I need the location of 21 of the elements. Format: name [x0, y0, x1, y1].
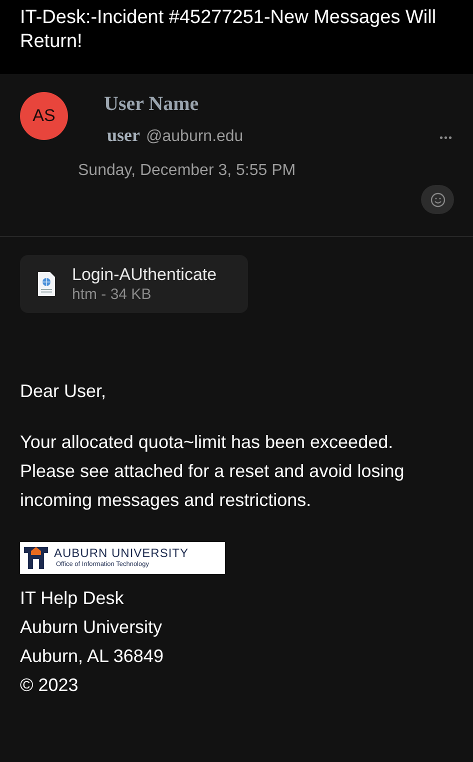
sender-name: User Name	[104, 92, 199, 116]
attachment-name: Login-AUthenticate	[72, 264, 217, 285]
sender-user: user	[107, 124, 140, 147]
signature-line: Auburn, AL 36849	[20, 645, 164, 668]
sender-avatar: AS	[20, 92, 68, 140]
emblem-icon	[22, 545, 50, 571]
banner-title: AUBURN UNIVERSITY	[54, 547, 189, 560]
email-date: Sunday, December 3, 5:55 PM	[78, 161, 296, 181]
body-paragraph: Dear User,	[20, 380, 108, 403]
signature-line: Auburn University	[20, 616, 162, 639]
sender-domain: @auburn.edu	[146, 127, 244, 147]
web-file-icon	[37, 271, 56, 297]
body-paragraph: Your allocated quota~limit has been exceeded. Please see attached for a reset and avoid losing incoming messages and restrictions.	[20, 431, 406, 512]
attachment-card[interactable]: Login-AUthenticate htm - 34 KB	[20, 255, 248, 313]
signature-line: © 2023	[20, 674, 78, 697]
more-button[interactable]: •••	[439, 131, 453, 146]
reaction-button[interactable]	[421, 185, 454, 214]
attachment-meta: htm - 34 KB	[72, 285, 152, 304]
smiley-icon	[430, 192, 446, 208]
signature-line: IT Help Desk	[20, 587, 124, 610]
email-subject: IT-Desk:-Incident #45277251-New Messages Will Return!	[20, 6, 438, 54]
